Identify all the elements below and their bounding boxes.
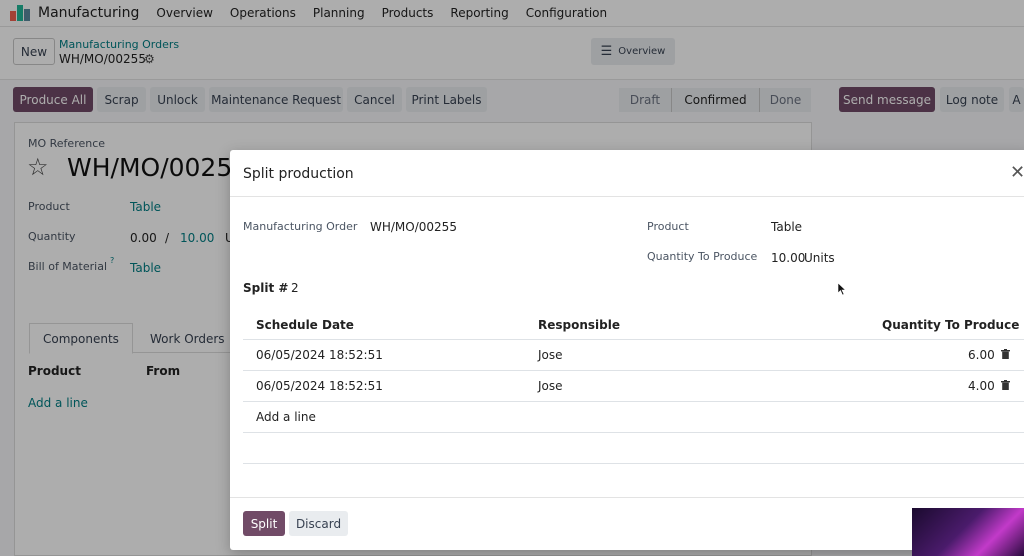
dialog-header: Split production ✕: [230, 150, 1024, 197]
row-qty[interactable]: 6.00: [968, 348, 995, 362]
col-responsible[interactable]: Responsible: [538, 318, 620, 332]
modal-qty-value: 10.00: [771, 251, 806, 265]
row-qty[interactable]: 4.00: [968, 379, 995, 393]
modal-qty-label: Quantity To Produce: [647, 250, 758, 263]
modal-add-line-link[interactable]: Add a line: [256, 410, 316, 424]
split-button[interactable]: Split: [243, 511, 285, 536]
row-date[interactable]: 06/05/2024 18:52:51: [256, 379, 383, 393]
split-count[interactable]: 2: [291, 281, 299, 295]
mo-label: Manufacturing Order: [243, 220, 358, 233]
trash-icon[interactable]: [1001, 349, 1010, 359]
split-production-dialog: Split production ✕ Manufacturing Order W…: [230, 150, 1024, 550]
trash-icon[interactable]: [1001, 380, 1010, 390]
dialog-footer: Split Discard: [230, 497, 1024, 550]
mouse-cursor-icon: [838, 283, 846, 295]
close-icon[interactable]: ✕: [1010, 162, 1024, 183]
video-thumbnail-overlay: [912, 508, 1024, 556]
row-responsible[interactable]: Jose: [538, 348, 563, 362]
modal-product-label: Product: [647, 220, 689, 233]
discard-button[interactable]: Discard: [289, 511, 348, 536]
modal-product-value[interactable]: Table: [771, 220, 802, 234]
dialog-title: Split production: [243, 166, 354, 182]
row-responsible[interactable]: Jose: [538, 379, 563, 393]
mo-value[interactable]: WH/MO/00255: [370, 220, 457, 234]
split-label: Split #: [243, 281, 289, 295]
row-date[interactable]: 06/05/2024 18:52:51: [256, 348, 383, 362]
modal-qty-unit[interactable]: Units: [804, 251, 835, 265]
col-schedule-date[interactable]: Schedule Date: [256, 318, 354, 332]
col-quantity-to-produce[interactable]: Quantity To Produce: [882, 318, 1019, 332]
